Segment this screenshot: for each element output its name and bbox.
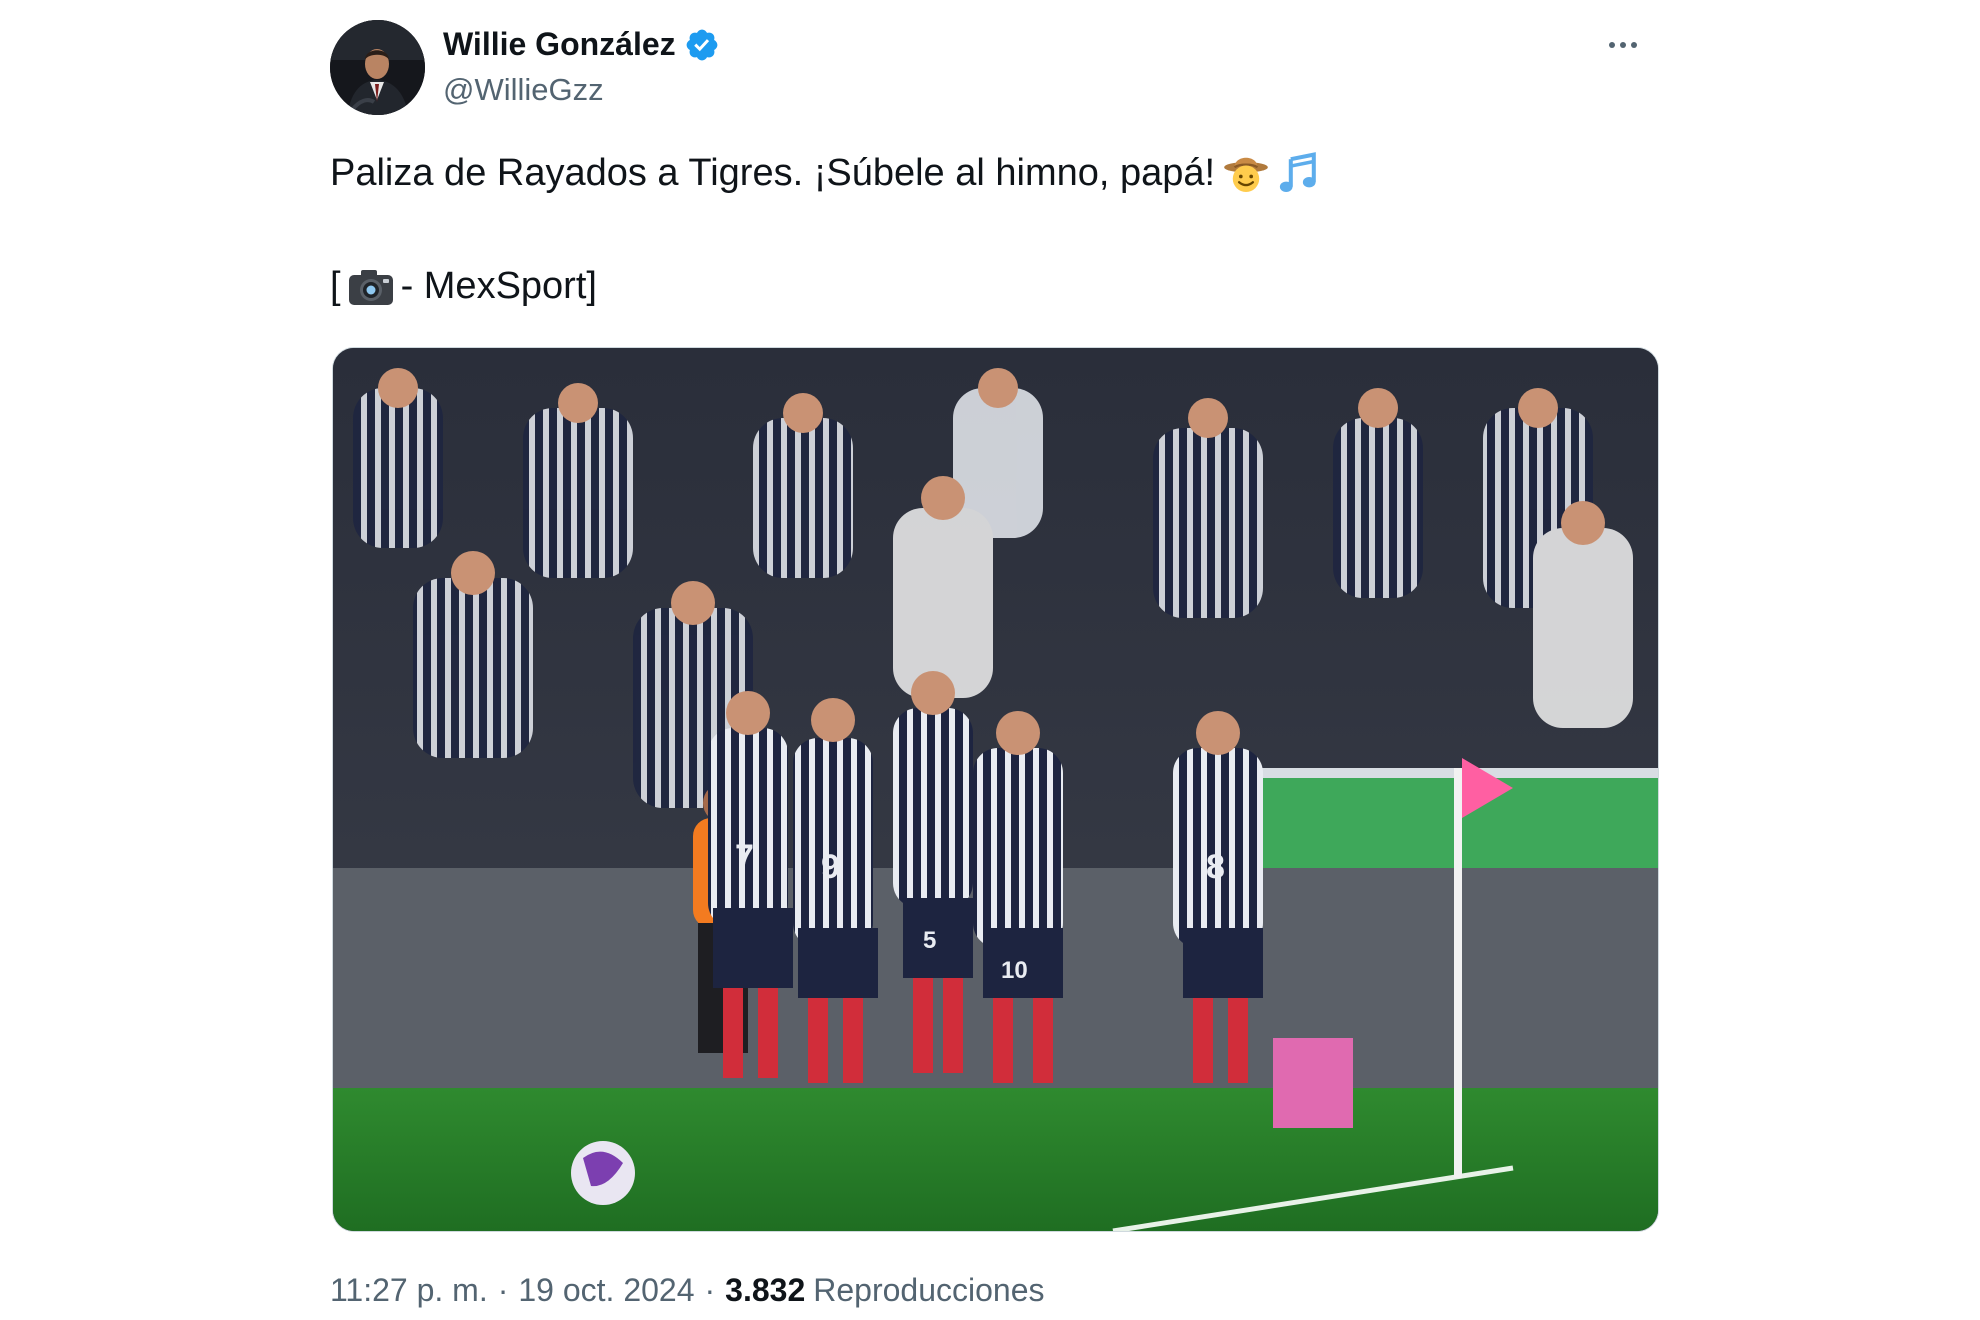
tweet-card: Willie González @WillieGzz Paliza de Ray… <box>330 0 1660 1320</box>
meta-separator: · <box>497 1272 509 1308</box>
jersey-number: 7 <box>735 838 754 876</box>
photo-credit-text: - MexSport] <box>400 265 597 307</box>
musical-notes-emoji <box>1277 150 1323 196</box>
more-options-icon[interactable] <box>1598 30 1648 60</box>
jersey-number: 10 <box>1001 957 1028 984</box>
camera-emoji <box>347 267 395 307</box>
avatar-image <box>330 20 425 115</box>
post-photo[interactable]: 7 9 5 10 8 <box>332 347 1659 1232</box>
post-time[interactable]: 11:27 p. m. <box>330 1272 488 1309</box>
post-date[interactable]: 19 oct. 2024 <box>518 1272 694 1309</box>
author-display-name[interactable]: Willie González <box>443 26 676 63</box>
post-text-line-1: Paliza de Rayados a Tigres. ¡Súbele al h… <box>330 150 1323 196</box>
author-handle[interactable]: @WillieGzz <box>443 72 604 108</box>
post-text-line-2: [ - MexSport] <box>330 265 597 308</box>
jersey-number: 5 <box>923 927 936 954</box>
soccer-celebration-photo: 7 9 5 10 8 <box>333 348 1658 1231</box>
author-name-row: Willie González <box>443 26 720 63</box>
views-count: 3.832 <box>725 1272 806 1308</box>
meta-separator: · <box>704 1272 716 1308</box>
jersey-number: 8 <box>1206 848 1225 886</box>
verified-badge-icon[interactable] <box>684 27 720 63</box>
post-text: Paliza de Rayados a Tigres. ¡Súbele al h… <box>330 151 1216 194</box>
photo-credit-prefix: [ <box>330 265 341 307</box>
jersey-number: 9 <box>821 848 840 886</box>
avatar[interactable] <box>330 20 425 115</box>
views-label: Reproducciones <box>813 1272 1045 1308</box>
cowboy-face-emoji <box>1223 150 1269 196</box>
post-metadata: 11:27 p. m. · 19 oct. 2024 · 3.832 Repro… <box>330 1272 1045 1309</box>
